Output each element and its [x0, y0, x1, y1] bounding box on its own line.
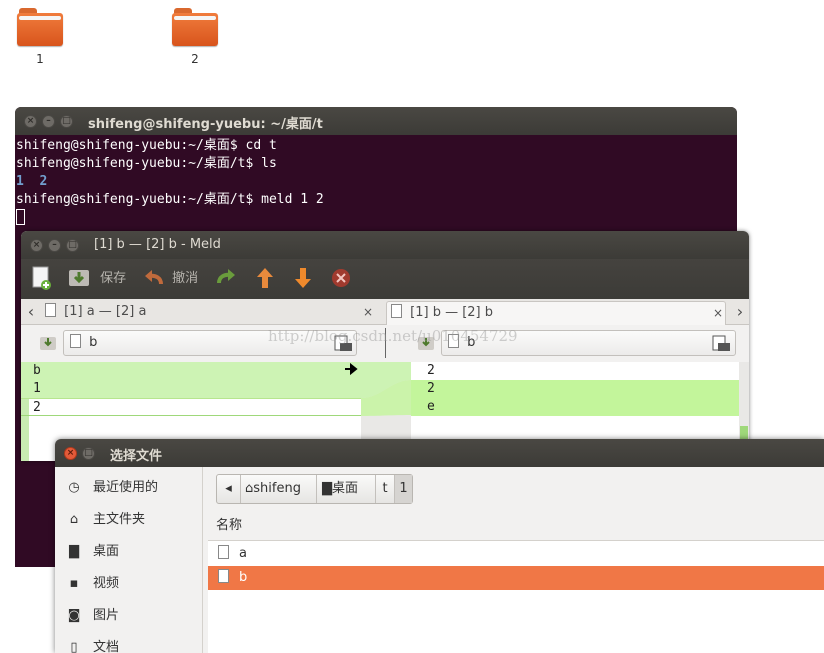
- breadcrumb-desktop[interactable]: ▇桌面: [317, 475, 376, 503]
- terminal-titlebar[interactable]: × – □ shifeng@shifeng-yuebu: ~/桌面/t: [15, 107, 737, 135]
- arrow-down-icon: [295, 268, 311, 288]
- meld-tabbar: ‹ [1] a — [2] a × [1] b — [2] b × ›: [21, 299, 749, 325]
- document-icon: [45, 303, 56, 317]
- open-file-icon[interactable]: [711, 334, 731, 352]
- column-header-name[interactable]: 名称: [208, 511, 824, 541]
- stop-icon: [332, 269, 350, 287]
- terminal-line: shifeng@shifeng-yuebu:~/桌面/t$ meld 1 2: [16, 192, 324, 207]
- sidebar-item-desktop[interactable]: ▇ 桌面: [65, 541, 119, 563]
- document-icon: [218, 545, 229, 559]
- document-icon: ▯: [70, 640, 78, 653]
- new-document-icon: [32, 266, 51, 290]
- desktop-folder-label: 1: [36, 52, 44, 66]
- folder-icon: [17, 8, 63, 46]
- document-icon: [70, 334, 81, 348]
- meld-title: [1] b — [2] b - Meld: [94, 237, 221, 252]
- watermark-text: http://blog.csdn.net/u010454729: [268, 327, 518, 345]
- close-icon[interactable]: ×: [24, 115, 37, 128]
- next-change-button[interactable]: [291, 265, 315, 293]
- terminal-title: shifeng@shifeng-yuebu: ~/桌面/t: [88, 117, 323, 132]
- list-item-selected[interactable]: b: [208, 566, 824, 590]
- minimize-icon[interactable]: –: [42, 115, 55, 128]
- save-button[interactable]: 保存: [67, 265, 126, 293]
- close-icon[interactable]: ×: [64, 447, 77, 460]
- push-right-arrow-icon[interactable]: [343, 362, 359, 376]
- stop-button[interactable]: [329, 265, 353, 293]
- breadcrumb: ◂ ⌂shifeng ▇桌面 t 1: [216, 474, 413, 504]
- desktop-folder-2[interactable]: 2: [165, 8, 225, 66]
- home-icon: ⌂: [69, 512, 79, 527]
- document-icon: [391, 304, 402, 318]
- breadcrumb-home[interactable]: ⌂shifeng: [241, 475, 317, 503]
- arrow-up-icon: [257, 268, 273, 288]
- meld-titlebar[interactable]: × – □ [1] b — [2] b - Meld: [21, 231, 749, 259]
- file-list: 名称 a b: [208, 511, 824, 653]
- undo-button[interactable]: 撤消: [141, 265, 198, 293]
- undo-arrow-icon: [145, 270, 163, 285]
- breadcrumb-back-icon[interactable]: ◂: [217, 475, 241, 503]
- close-icon[interactable]: ×: [30, 239, 43, 252]
- camera-icon: ◙: [67, 608, 81, 623]
- diff-line: 2: [21, 398, 361, 416]
- save-left-icon[interactable]: [39, 334, 57, 352]
- sidebar-item-videos[interactable]: ▪ 视频: [65, 573, 119, 595]
- tab-comparison-a[interactable]: [1] a — [2] a ×: [41, 301, 381, 325]
- minimize-icon[interactable]: –: [48, 239, 61, 252]
- clock-icon: ◷: [68, 480, 80, 495]
- desktop-folder-label: 2: [191, 52, 199, 66]
- redo-arrow-icon: [217, 269, 235, 284]
- previous-change-button[interactable]: [253, 265, 277, 293]
- folder-icon: ▇: [69, 544, 79, 559]
- maximize-icon[interactable]: □: [82, 447, 95, 460]
- diff-line: e: [411, 398, 739, 416]
- desktop-folder-1[interactable]: 1: [10, 8, 70, 66]
- maximize-icon[interactable]: □: [60, 115, 73, 128]
- maximize-icon[interactable]: □: [66, 239, 79, 252]
- breadcrumb-1[interactable]: 1: [395, 475, 412, 503]
- close-tab-button[interactable]: ×: [713, 302, 723, 324]
- file-chooser-dialog: × □ 选择文件 ◷ 最近使用的 ⌂ 主文件夹 ▇ 桌面 ▪ 视频 ◙ 图片 ▯ 文档 ◂ …: [55, 439, 824, 653]
- tab-scroll-left-icon[interactable]: ‹: [21, 301, 41, 325]
- meld-window: × – □ [1] b — [2] b - Meld 保存 撤消 ‹ [1] a…: [21, 231, 749, 461]
- tab-scroll-right-icon[interactable]: ›: [731, 301, 749, 325]
- chooser-titlebar[interactable]: × □ 选择文件: [55, 439, 824, 467]
- new-comparison-button[interactable]: [31, 265, 53, 293]
- close-tab-button[interactable]: ×: [363, 301, 373, 323]
- folder-icon: [172, 8, 218, 46]
- sidebar-item-home[interactable]: ⌂ 主文件夹: [65, 509, 145, 531]
- terminal-line: shifeng@shifeng-yuebu:~/桌面$ cd t: [16, 138, 277, 153]
- folder-icon: ▇: [322, 481, 332, 496]
- chooser-title: 选择文件: [110, 449, 163, 464]
- tab-comparison-b[interactable]: [1] b — [2] b ×: [386, 301, 726, 325]
- breadcrumb-t[interactable]: t: [376, 475, 395, 503]
- document-icon: [218, 569, 229, 583]
- sidebar-item-recent[interactable]: ◷ 最近使用的: [65, 477, 158, 499]
- redo-button[interactable]: [215, 265, 239, 293]
- video-icon: ▪: [69, 576, 79, 591]
- diff-line: 2: [411, 380, 739, 398]
- list-item[interactable]: a: [208, 542, 824, 566]
- places-sidebar: ◷ 最近使用的 ⌂ 主文件夹 ▇ 桌面 ▪ 视频 ◙ 图片 ▯ 文档: [55, 467, 203, 653]
- diff-line: 2: [427, 363, 435, 378]
- terminal-cursor: [16, 209, 25, 225]
- sidebar-item-documents[interactable]: ▯ 文档: [65, 637, 119, 653]
- diff-line: b: [21, 362, 361, 380]
- terminal-line: shifeng@shifeng-yuebu:~/桌面/t$ ls: [16, 156, 277, 171]
- sidebar-item-pictures[interactable]: ◙ 图片: [65, 605, 119, 627]
- diff-line: 1: [21, 380, 361, 398]
- ls-output: 1 2: [16, 174, 48, 189]
- save-icon: [69, 270, 89, 286]
- meld-toolbar: 保存 撤消: [21, 259, 749, 299]
- terminal-output[interactable]: shifeng@shifeng-yuebu:~/桌面$ cd t shifeng@…: [16, 137, 324, 228]
